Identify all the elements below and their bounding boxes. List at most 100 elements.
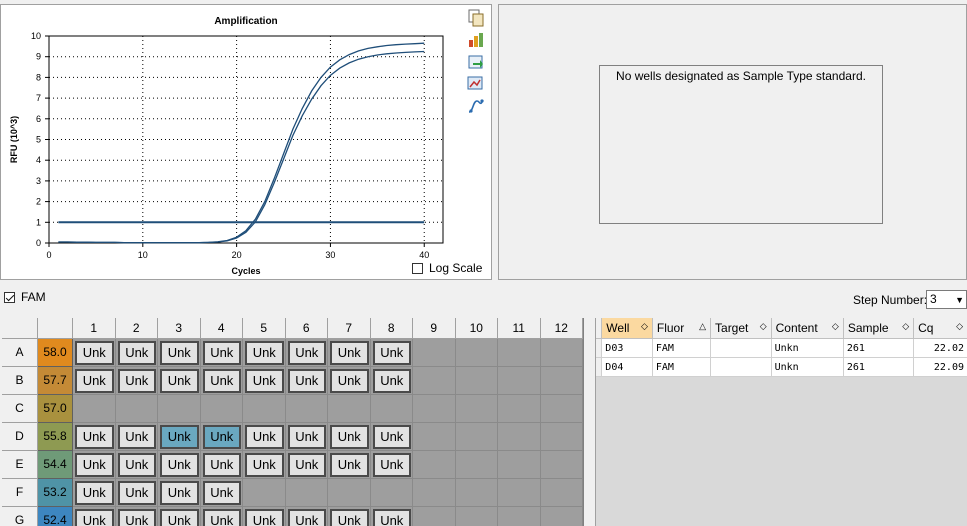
plate-well[interactable]: Unk — [160, 453, 199, 477]
row-header[interactable]: C — [2, 395, 38, 423]
column-header[interactable]: 12 — [540, 318, 583, 339]
row-header[interactable]: F — [2, 479, 38, 507]
plate-well-slot[interactable] — [498, 339, 541, 367]
table-row[interactable]: D04 FAM Unkn 261 22.09 — [596, 357, 967, 377]
plate-well-slot[interactable] — [540, 339, 583, 367]
plate-well[interactable]: Unk — [202, 425, 241, 449]
plate-well-slot[interactable] — [455, 479, 498, 507]
trace-icon[interactable] — [467, 97, 485, 115]
log-scale-toggle[interactable]: Log Scale — [412, 261, 482, 275]
plate-well[interactable]: Unk — [372, 369, 411, 393]
plate-well[interactable]: Unk — [160, 341, 199, 365]
plate-well[interactable]: Unk — [202, 481, 241, 505]
plate-well-slot[interactable] — [413, 367, 456, 395]
sort-icon[interactable]: ◇ — [641, 321, 648, 332]
plate-well-slot[interactable] — [498, 395, 541, 423]
plate-well[interactable]: Unk — [287, 341, 326, 365]
plate-well[interactable]: Unk — [75, 481, 114, 505]
chart-options-icon[interactable] — [467, 31, 485, 49]
plate-well-slot[interactable] — [285, 479, 328, 507]
plate-well[interactable]: Unk — [287, 509, 326, 526]
plate-well[interactable]: Unk — [287, 425, 326, 449]
plate-well[interactable]: Unk — [372, 509, 411, 526]
row-header[interactable]: D — [2, 423, 38, 451]
sort-icon[interactable]: ◇ — [760, 321, 767, 332]
sort-icon[interactable]: ◇ — [902, 321, 909, 332]
sort-icon[interactable]: ◇ — [832, 321, 839, 332]
plate-well[interactable]: Unk — [330, 341, 369, 365]
table-row[interactable]: D03 FAM Unkn 261 22.02 — [596, 338, 967, 358]
column-header[interactable]: 3 — [158, 318, 201, 339]
plate-well[interactable]: Unk — [160, 369, 199, 393]
plate-well[interactable]: Unk — [202, 369, 241, 393]
plate-well[interactable]: Unk — [372, 425, 411, 449]
plate-well[interactable]: Unk — [245, 453, 284, 477]
plate-well-slot[interactable] — [455, 395, 498, 423]
plate-well-slot[interactable] — [498, 507, 541, 526]
row-header[interactable]: A — [2, 339, 38, 367]
column-header[interactable]: 11 — [498, 318, 541, 339]
fluor-filter-fam[interactable]: FAM — [4, 290, 46, 304]
plate-well[interactable]: Unk — [287, 453, 326, 477]
column-header-target[interactable]: Target ◇ — [710, 318, 772, 339]
plate-well-slot[interactable] — [285, 395, 328, 423]
plate-well-slot[interactable] — [455, 339, 498, 367]
plate-well-slot[interactable] — [540, 423, 583, 451]
plate-well[interactable]: Unk — [202, 509, 241, 526]
fam-checkbox[interactable] — [4, 291, 15, 303]
plate-well[interactable]: Unk — [117, 425, 156, 449]
plate-well-slot[interactable] — [200, 395, 243, 423]
column-header-content[interactable]: Content ◇ — [771, 318, 844, 339]
plate-well-slot[interactable] — [328, 479, 371, 507]
plate-well[interactable]: Unk — [75, 341, 114, 365]
plate-well[interactable]: Unk — [117, 481, 156, 505]
plate-well[interactable]: Unk — [117, 453, 156, 477]
plate-well-slot[interactable] — [413, 479, 456, 507]
plate-well[interactable]: Unk — [245, 425, 284, 449]
plate-well-slot[interactable] — [455, 423, 498, 451]
plate-well-slot[interactable] — [540, 479, 583, 507]
plate-well[interactable]: Unk — [330, 425, 369, 449]
plate-well-slot[interactable] — [73, 395, 116, 423]
column-header[interactable]: 5 — [243, 318, 286, 339]
plate-well-slot[interactable] — [413, 339, 456, 367]
plate-well-slot[interactable] — [540, 367, 583, 395]
column-header-fluor[interactable]: Fluor △ — [652, 318, 712, 339]
plate-well[interactable]: Unk — [330, 453, 369, 477]
plate-well[interactable]: Unk — [245, 341, 284, 365]
plate-well[interactable]: Unk — [117, 369, 156, 393]
plate-well-slot[interactable] — [158, 395, 201, 423]
zoom-icon[interactable] — [467, 75, 485, 93]
plate-well[interactable]: Unk — [245, 509, 284, 526]
plate-well[interactable]: Unk — [287, 369, 326, 393]
copy-icon[interactable] — [467, 9, 485, 27]
log-scale-checkbox[interactable] — [412, 262, 423, 274]
plate-well[interactable]: Unk — [160, 509, 199, 526]
plate-well[interactable]: Unk — [372, 453, 411, 477]
plate-well-slot[interactable] — [498, 451, 541, 479]
plate-well-slot[interactable] — [498, 423, 541, 451]
row-header[interactable]: E — [2, 451, 38, 479]
plate-well-slot[interactable] — [413, 423, 456, 451]
column-header[interactable]: 2 — [115, 318, 158, 339]
step-number-select[interactable]: 3 ▼ — [926, 290, 967, 309]
plate-well[interactable]: Unk — [117, 509, 156, 526]
plate-well-slot[interactable] — [455, 507, 498, 526]
plate-well-slot[interactable] — [413, 451, 456, 479]
plate-well[interactable]: Unk — [330, 509, 369, 526]
column-header-well[interactable]: Well ◇ — [601, 318, 653, 339]
column-header[interactable]: 4 — [200, 318, 243, 339]
column-header[interactable]: 1 — [73, 318, 116, 339]
plate-well-slot[interactable] — [115, 395, 158, 423]
column-header-sample[interactable]: Sample ◇ — [843, 318, 915, 339]
plate-well-slot[interactable] — [413, 395, 456, 423]
plate-well-slot[interactable] — [328, 395, 371, 423]
column-header[interactable]: 9 — [413, 318, 456, 339]
plate-well[interactable]: Unk — [160, 425, 199, 449]
plate-well[interactable]: Unk — [202, 341, 241, 365]
plate-well-slot[interactable] — [540, 451, 583, 479]
plate-well-slot[interactable] — [413, 507, 456, 526]
column-header[interactable]: 8 — [370, 318, 413, 339]
sort-icon[interactable]: ◇ — [956, 321, 963, 332]
plate-well[interactable]: Unk — [202, 453, 241, 477]
